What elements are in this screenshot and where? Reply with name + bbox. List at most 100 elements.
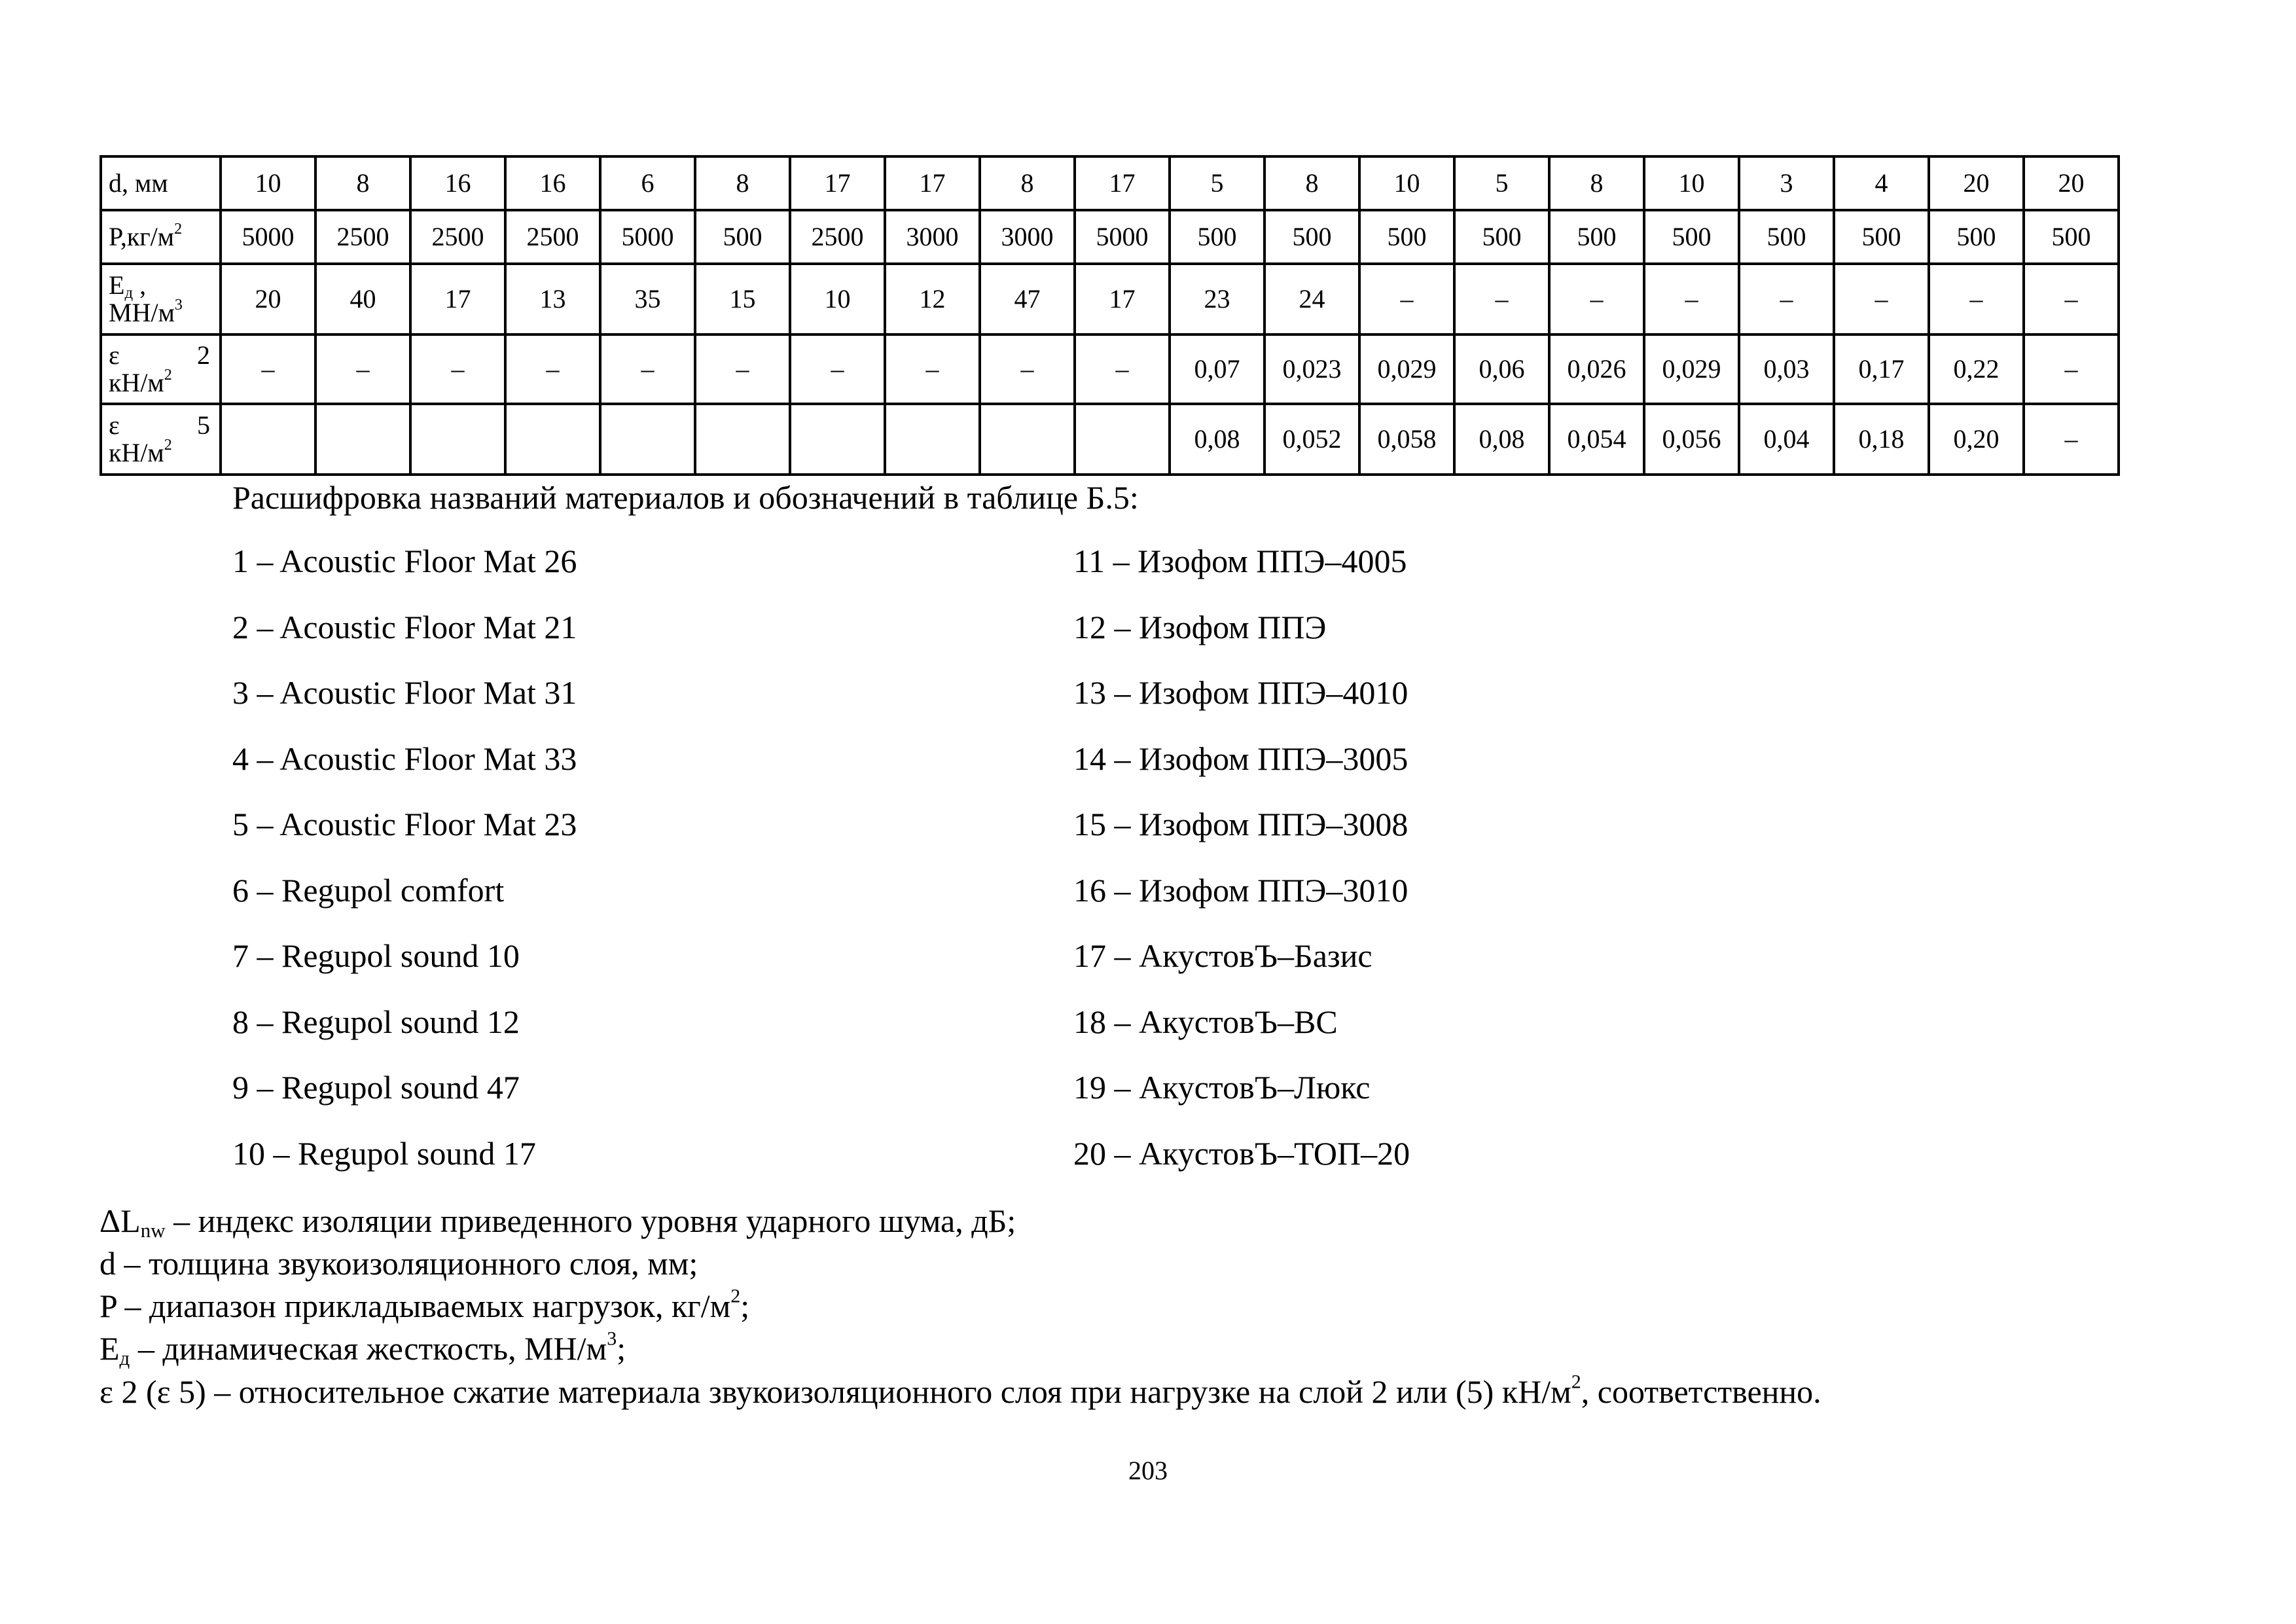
material-item: 10 – Regupol sound 17	[232, 1134, 536, 1172]
table-cell: 20	[2022, 155, 2120, 211]
table-cell: 8	[1263, 155, 1361, 211]
table-cell: 500	[1453, 209, 1551, 265]
table-cell: 500	[1738, 209, 1835, 265]
notation-note: ΔLnw – индекс изоляции приведенного уров…	[99, 1201, 1016, 1240]
table-cell: 0,08	[1453, 403, 1551, 476]
table-cell: 16	[409, 155, 507, 211]
table-cell: –	[314, 333, 412, 405]
note-suffix: ;	[617, 1330, 626, 1367]
table-cell: –	[219, 333, 317, 405]
row-header: Eд , МН/м3	[99, 262, 222, 336]
material-item: 19 – АкустовЪ–Люкс	[1073, 1069, 1371, 1106]
table-cell: 0,052	[1263, 403, 1361, 476]
table-cell: 0,056	[1643, 403, 1740, 476]
note-suffix: , соответственно.	[1581, 1373, 1821, 1410]
table-cell: 2500	[409, 209, 507, 265]
table-cell: 8	[314, 155, 412, 211]
compression-2-row: ε 2 кН/м2– – – – – – – – – –0,07 0,023 0,029 0,06 0,026…	[99, 333, 2120, 405]
table-cell: 35	[599, 262, 696, 336]
note-symbol: ε 2 (ε 5)	[99, 1373, 206, 1410]
table-cell: 10	[219, 155, 317, 211]
material-item: 9 – Regupol sound 47	[232, 1069, 520, 1106]
table-cell: 5	[1453, 155, 1551, 211]
header-load-value: 5	[197, 410, 210, 440]
table-cell: 13	[504, 262, 601, 336]
material-item: 5 – Acoustic Floor Mat 23	[232, 806, 577, 842]
load-row: P,кг/м2 5000 2500 2500 2500 5000 500 2500 3000 30…	[99, 209, 2120, 265]
table-cell: –	[978, 333, 1076, 405]
header-load-value: 2	[197, 340, 210, 370]
table-cell: 5000	[599, 209, 696, 265]
header-unit: кН/м	[109, 368, 164, 397]
header-line-2: МН/м3	[109, 297, 219, 327]
table-cell: 10	[1358, 155, 1456, 211]
table-cell: 0,22	[1928, 333, 2025, 405]
table-cell: 0,20	[1928, 403, 2025, 476]
material-item: 12 – Изофом ППЭ	[1073, 608, 1327, 645]
table-cell: –	[789, 333, 886, 405]
table-cell: 17	[1073, 262, 1171, 336]
notation-note: P – диапазон прикладываемых нагрузок, кг…	[99, 1286, 749, 1326]
table-cell: 20	[219, 262, 317, 336]
table-cell: –	[1453, 262, 1551, 336]
table-cell: –	[884, 333, 981, 405]
table-cell: 47	[978, 262, 1076, 336]
legend-caption: Расшифровка названий материалов и обозна…	[232, 479, 1139, 516]
table-cell: 16	[504, 155, 601, 211]
table-cell: 0,054	[1548, 403, 1645, 476]
table-cell: –	[2022, 262, 2120, 336]
table-cell: 0,04	[1738, 403, 1835, 476]
table-cell: 24	[1263, 262, 1361, 336]
table-cell: 0,058	[1358, 403, 1456, 476]
notation-note: ε 2 (ε 5) – относительное сжатие материа…	[99, 1372, 1821, 1411]
table-cell	[978, 403, 1076, 476]
table-cell: –	[1738, 262, 1835, 336]
materials-properties-table: d, мм 10 8 16 16 6 8 17 17 8 17 5 8 10 5 8 10 3 4 20 20 P,кг/…	[99, 155, 2120, 476]
table-cell	[884, 403, 981, 476]
note-text: – динамическая жесткость, МН/м	[130, 1330, 607, 1367]
table-cell: –	[1548, 262, 1645, 336]
header-unit: кН/м	[109, 438, 164, 467]
header-line-1: ε5	[109, 412, 219, 439]
table-cell: 0,18	[1833, 403, 1930, 476]
table-cell: 6	[599, 155, 696, 211]
table-cell: 500	[2022, 209, 2120, 265]
material-item: 16 – Изофом ППЭ–3010	[1073, 871, 1408, 909]
header-label-suffix: ,	[133, 270, 147, 300]
note-text: – толщина звукоизоляционного слоя, мм;	[116, 1245, 698, 1282]
note-symbol: ΔL	[99, 1202, 141, 1239]
table-cell: 3	[1738, 155, 1835, 211]
row-header: d, мм	[99, 155, 222, 211]
header-label: P,кг/м	[109, 222, 175, 251]
table-cell: 500	[694, 209, 791, 265]
table-cell: 500	[1833, 209, 1930, 265]
note-text: – диапазон прикладываемых нагрузок, кг/м	[116, 1288, 731, 1324]
header-line-2: кН/м2	[109, 367, 219, 397]
material-item: 20 – АкустовЪ–ТОП–20	[1073, 1134, 1410, 1172]
thickness-row: d, мм 10 8 16 16 6 8 17 17 8 17 5 8 10 5 8 10 3 4 20 20	[99, 155, 2120, 211]
table-cell: 5	[1168, 155, 1266, 211]
table-cell: 0,03	[1738, 333, 1835, 405]
material-item: 14 – Изофом ППЭ–3005	[1073, 740, 1408, 777]
table-cell: 0,17	[1833, 333, 1930, 405]
material-item: 13 – Изофом ППЭ–4010	[1073, 674, 1408, 711]
table-cell: 23	[1168, 262, 1266, 336]
material-item: 6 – Regupol comfort	[232, 871, 505, 909]
table-cell: 17	[884, 155, 981, 211]
material-item: 8 – Regupol sound 12	[232, 1003, 520, 1040]
table-cell: –	[694, 333, 791, 405]
note-subscript: nw	[140, 1218, 166, 1242]
table-cell: 3000	[978, 209, 1076, 265]
row-header: ε 2 кН/м2	[99, 333, 222, 405]
table-cell: –	[599, 333, 696, 405]
table-cell	[1073, 403, 1171, 476]
table-cell: 0,029	[1643, 333, 1740, 405]
table-cell: 500	[1548, 209, 1645, 265]
table-cell: –	[2022, 333, 2120, 405]
notation-note: d – толщина звукоизоляционного слоя, мм;	[99, 1244, 698, 1283]
table-cell: –	[504, 333, 601, 405]
table-cell: 0,07	[1168, 333, 1266, 405]
header-unit-superscript: 2	[164, 367, 172, 384]
header-symbol: ε	[109, 410, 120, 440]
table-cell: 2500	[504, 209, 601, 265]
